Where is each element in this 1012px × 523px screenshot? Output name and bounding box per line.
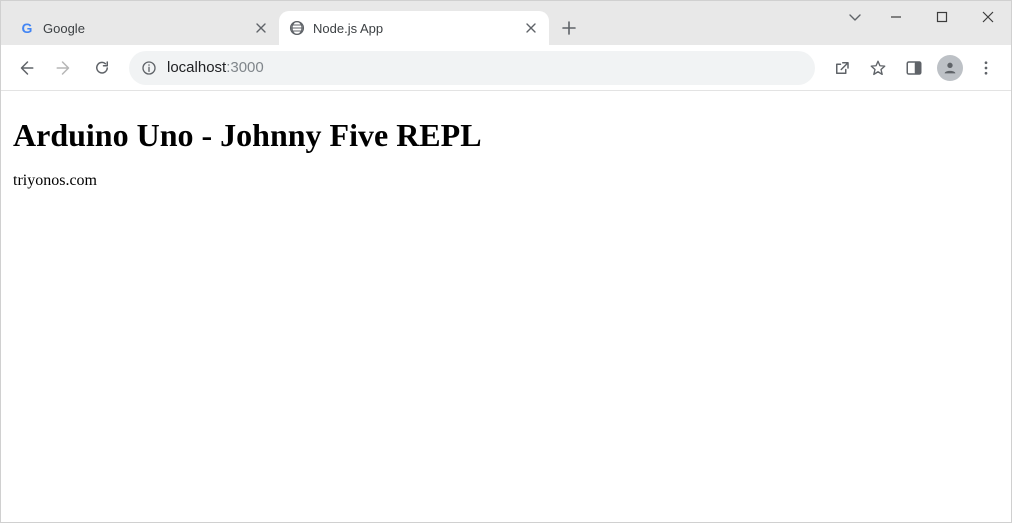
tab-google[interactable]: G Google — [9, 11, 279, 45]
back-button[interactable] — [9, 51, 43, 85]
tab-title: Node.js App — [313, 21, 515, 36]
bookmark-icon[interactable] — [861, 51, 895, 85]
window-titlebar: G Google Node.js App — [1, 1, 1011, 45]
menu-button[interactable] — [969, 51, 1003, 85]
profile-avatar[interactable] — [933, 51, 967, 85]
side-panel-icon[interactable] — [897, 51, 931, 85]
google-favicon-icon: G — [19, 20, 35, 36]
tab-title: Google — [43, 21, 245, 36]
page-heading: Arduino Uno - Johnny Five REPL — [13, 117, 999, 154]
close-icon[interactable] — [523, 20, 539, 36]
reload-button[interactable] — [85, 51, 119, 85]
new-tab-button[interactable] — [555, 14, 583, 42]
toolbar-right-icons — [825, 51, 1003, 85]
avatar-icon — [937, 55, 963, 81]
globe-icon — [289, 20, 305, 36]
forward-button[interactable] — [47, 51, 81, 85]
window-controls — [837, 1, 1011, 37]
window-close-button[interactable] — [965, 1, 1011, 33]
address-bar[interactable]: localhost:3000 — [129, 51, 815, 85]
page-content: Arduino Uno - Johnny Five REPL triyonos.… — [1, 91, 1011, 200]
tab-strip: G Google Node.js App — [1, 1, 837, 45]
site-info-icon[interactable] — [141, 60, 157, 76]
window-minimize-button[interactable] — [873, 1, 919, 33]
url-text: localhost:3000 — [167, 59, 803, 76]
share-icon[interactable] — [825, 51, 859, 85]
window-maximize-button[interactable] — [919, 1, 965, 33]
chevron-down-icon[interactable] — [837, 1, 873, 33]
url-host: localhost — [167, 59, 226, 76]
close-icon[interactable] — [253, 20, 269, 36]
tab-nodejs-app[interactable]: Node.js App — [279, 11, 549, 45]
browser-toolbar: localhost:3000 — [1, 45, 1011, 91]
url-port: :3000 — [226, 59, 264, 76]
page-body: triyonos.com — [13, 172, 999, 190]
